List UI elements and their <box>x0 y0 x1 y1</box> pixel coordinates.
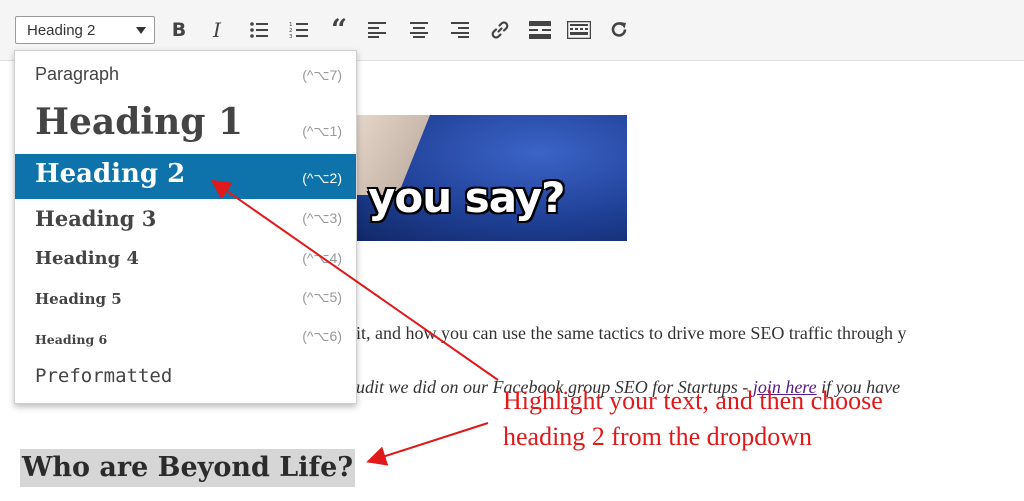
refresh-icon <box>611 22 627 37</box>
read-more-icon <box>529 21 551 39</box>
bold-button[interactable]: B <box>167 18 191 42</box>
align-right-button[interactable] <box>448 18 472 42</box>
format-select[interactable]: Heading 2 <box>15 16 155 44</box>
align-left-button[interactable] <box>365 18 389 42</box>
numbered-list-icon: 1 2 3 <box>289 22 308 39</box>
highlighted-heading-text[interactable]: Who are Beyond Life? <box>20 449 356 487</box>
format-option-label: Paragraph <box>35 64 120 84</box>
format-option-preformatted[interactable]: Preformatted <box>15 361 356 395</box>
chevron-down-icon <box>136 27 146 34</box>
read-more-button[interactable] <box>528 18 552 42</box>
format-option-shortcut: (^⌥2) <box>302 170 342 186</box>
format-option-heading-5[interactable]: Heading 5 (^⌥5) <box>15 284 356 318</box>
paragraph-text[interactable]: it, and how you can use the same tactics… <box>356 323 907 344</box>
align-left-icon <box>368 22 386 38</box>
align-center-icon <box>410 22 428 38</box>
format-select-value: Heading 2 <box>27 22 96 39</box>
italic-button[interactable]: I <box>205 18 229 42</box>
embedded-meme-image: you say? <box>330 115 627 241</box>
insert-link-button[interactable] <box>488 18 512 42</box>
format-option-heading-6[interactable]: Heading 6 (^⌥6) <box>15 325 356 357</box>
link-icon <box>491 21 509 39</box>
svg-text:3: 3 <box>289 34 293 39</box>
format-option-label: Heading 6 <box>35 332 108 347</box>
format-option-shortcut: (^⌥1) <box>302 123 342 139</box>
bulleted-list-icon <box>250 22 268 38</box>
refresh-button[interactable] <box>607 18 631 42</box>
format-option-label: Heading 5 <box>35 290 122 308</box>
annotation-line-1: Highlight your text, and then choose <box>503 386 883 415</box>
format-option-label: Heading 4 <box>35 248 140 269</box>
format-option-label: Heading 1 <box>35 101 244 143</box>
annotation-line-2: heading 2 from the dropdown <box>503 422 813 451</box>
format-option-heading-2[interactable]: Heading 2 (^⌥2) <box>15 154 356 199</box>
bold-icon: B <box>171 19 187 41</box>
format-option-shortcut: (^⌥7) <box>302 67 342 83</box>
numbered-list-button[interactable]: 1 2 3 <box>287 18 311 42</box>
toolbar-toggle-button[interactable] <box>567 18 591 42</box>
format-option-shortcut: (^⌥6) <box>302 328 342 344</box>
italic-icon: I <box>213 18 221 42</box>
format-dropdown-menu: Paragraph (^⌥7) Heading 1 (^⌥1) Heading … <box>14 50 357 404</box>
format-option-heading-3[interactable]: Heading 3 (^⌥3) <box>15 201 356 239</box>
format-option-heading-4[interactable]: Heading 4 (^⌥4) <box>15 243 356 279</box>
align-right-icon <box>451 22 469 38</box>
format-option-shortcut: (^⌥4) <box>302 250 342 266</box>
bulleted-list-button[interactable] <box>247 18 271 42</box>
format-option-shortcut: (^⌥5) <box>302 289 342 305</box>
annotation-text: Highlight your text, and then choose hea… <box>503 383 883 455</box>
format-option-label: Preformatted <box>35 365 173 387</box>
format-option-shortcut: (^⌥3) <box>302 210 342 226</box>
format-option-label: Heading 3 <box>35 206 157 231</box>
image-caption: you say? <box>368 173 566 222</box>
format-option-label: Heading 2 <box>35 159 186 189</box>
blockquote-icon: “ <box>330 13 348 46</box>
format-option-heading-1[interactable]: Heading 1 (^⌥1) <box>15 97 356 153</box>
format-option-paragraph[interactable]: Paragraph (^⌥7) <box>15 59 356 91</box>
align-center-button[interactable] <box>407 18 431 42</box>
keyboard-icon <box>567 21 591 39</box>
blockquote-button[interactable]: “ <box>327 13 351 46</box>
